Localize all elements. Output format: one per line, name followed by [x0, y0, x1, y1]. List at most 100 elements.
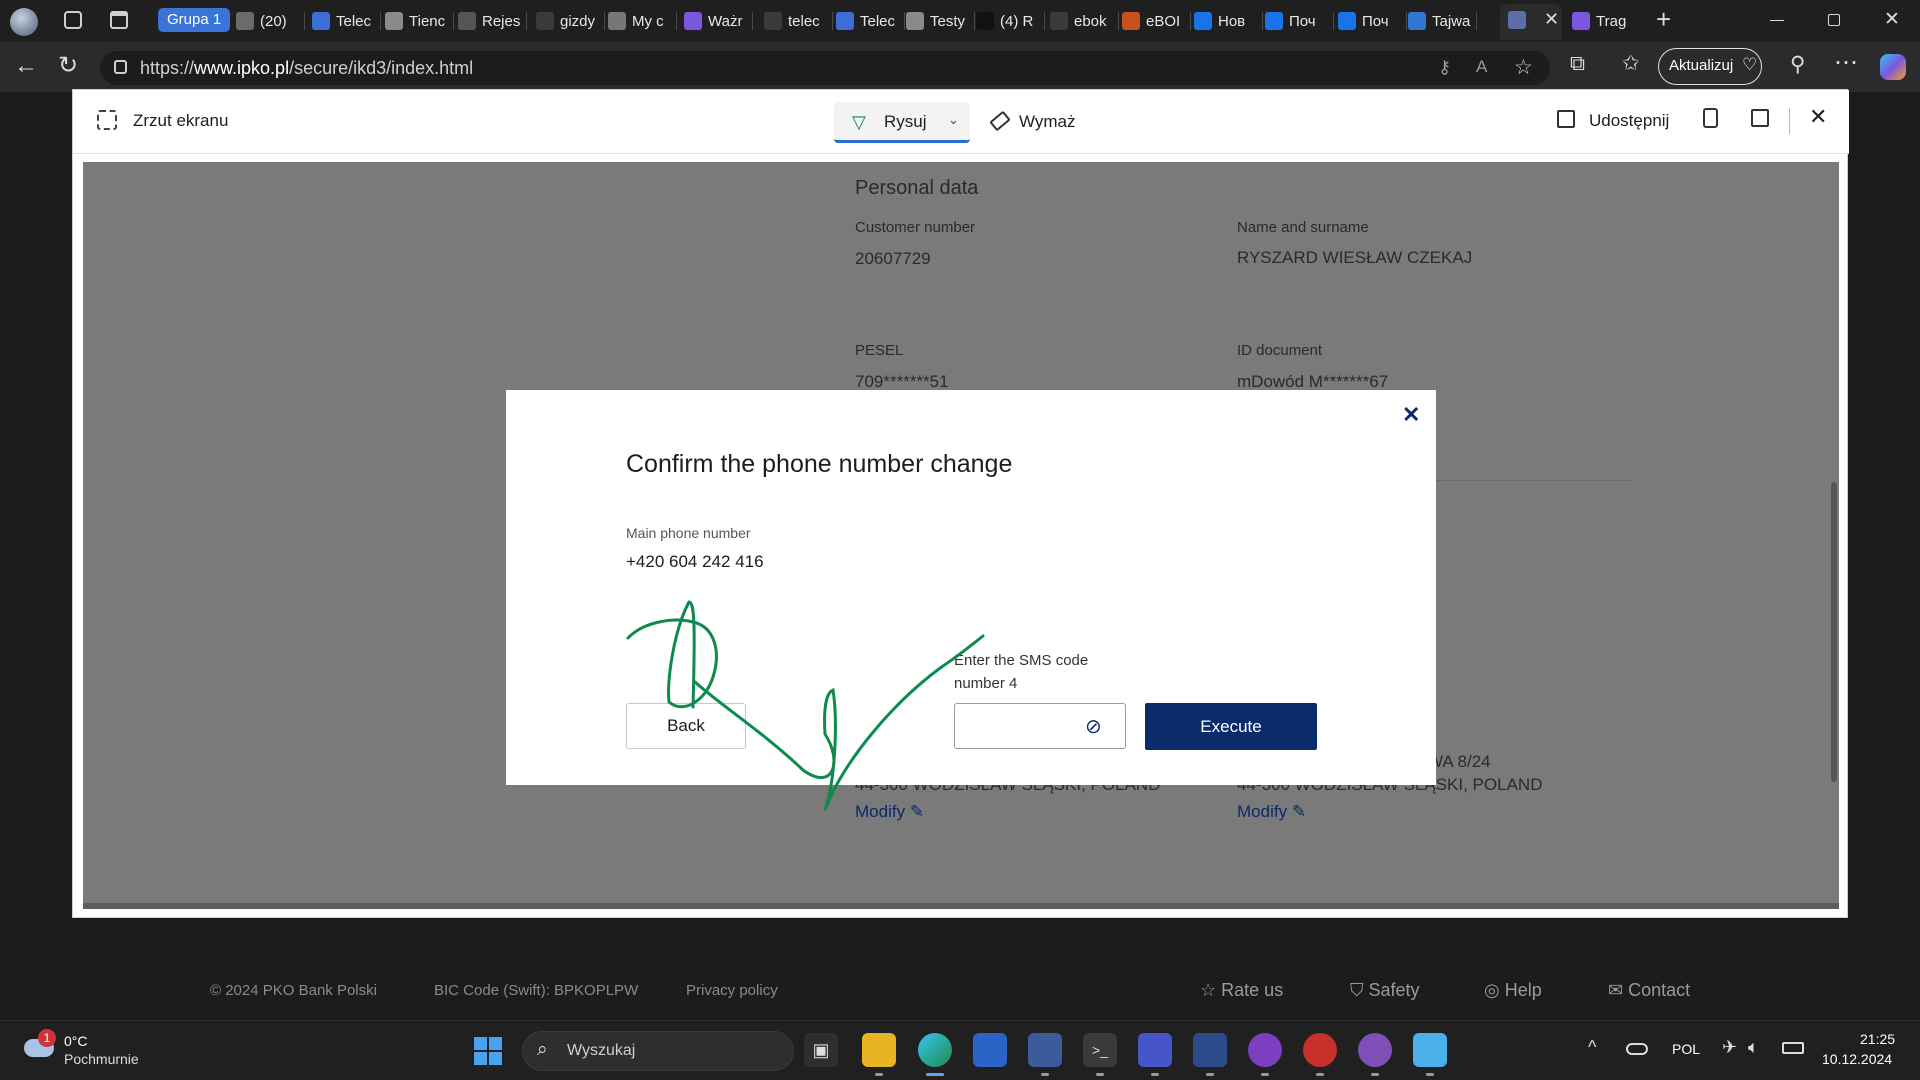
browser-tab[interactable]: Поч	[1265, 6, 1331, 36]
copilot-extension-icon[interactable]: ⚲	[1790, 52, 1805, 77]
tab-title: My c	[632, 12, 664, 30]
browser-tab[interactable]: Поч	[1338, 6, 1404, 36]
browser-tab[interactable]: (20)	[236, 6, 302, 36]
tab-separator	[526, 12, 527, 30]
tray-chevron-up-icon[interactable]: ^	[1588, 1037, 1596, 1058]
safety-link[interactable]: ⛉ Safety	[1350, 980, 1420, 1001]
rate-us-link[interactable]: ☆ Rate us	[1200, 980, 1283, 1001]
clock-time[interactable]: 21:25	[1860, 1031, 1895, 1047]
refresh-icon[interactable]: ↻	[58, 51, 78, 80]
copy-icon[interactable]	[1703, 108, 1718, 128]
task-view-icon[interactable]: ▣	[804, 1033, 838, 1067]
ink-annotation	[626, 600, 985, 811]
tor-browser-icon[interactable]	[1248, 1033, 1282, 1067]
tab-separator	[752, 12, 753, 30]
favorite-star-icon[interactable]: ☆	[1514, 55, 1533, 80]
taskbar-search[interactable]: ⌕ Wyszukaj	[522, 1031, 794, 1071]
notepad-icon[interactable]	[1413, 1033, 1447, 1067]
browser-tab[interactable]: (4) R	[976, 6, 1042, 36]
browser-tab[interactable]: Tienc	[385, 6, 451, 36]
copilot-icon[interactable]	[1880, 54, 1906, 80]
ink-stroke-letter	[626, 600, 718, 709]
browser-tab[interactable]: telec	[764, 6, 830, 36]
screenshot-editor: Zrzut ekranu ▽ Rysuj ⌄ Wymaż Udostępnij …	[72, 89, 1849, 918]
onedrive-icon[interactable]	[1626, 1043, 1648, 1055]
close-screenshot-icon[interactable]: ✕	[1809, 104, 1827, 130]
contact-link[interactable]: ✉ Contact	[1608, 980, 1690, 1001]
browser-tab[interactable]: My c	[608, 6, 674, 36]
vertical-tabs-icon[interactable]	[110, 11, 128, 29]
browser-tab[interactable]: Нов	[1194, 6, 1260, 36]
file-explorer-icon[interactable]	[862, 1033, 896, 1067]
url-domain: www.ipko.pl	[194, 58, 290, 78]
tab-favicon-icon	[906, 12, 924, 30]
tab-favicon-icon	[385, 12, 403, 30]
favorites-icon[interactable]: ✩	[1622, 51, 1640, 76]
atom-app-icon[interactable]	[1193, 1033, 1227, 1067]
clock-date[interactable]: 10.12.2024	[1822, 1051, 1892, 1067]
mail-icon: ✉	[1608, 980, 1624, 1000]
browser-tab[interactable]: Trag	[1572, 6, 1634, 36]
read-aloud-icon[interactable]: A	[1476, 57, 1487, 77]
chevron-down-icon[interactable]: ⌄	[948, 112, 959, 128]
running-indicator	[1206, 1073, 1214, 1076]
minimize-icon[interactable]	[1770, 20, 1784, 21]
browser-tab[interactable]: Ważr	[684, 6, 750, 36]
tab-separator	[1476, 12, 1477, 30]
tab-favicon-icon	[536, 12, 554, 30]
eraser-icon[interactable]	[989, 110, 1011, 132]
share-label[interactable]: Udostępnij	[1589, 111, 1669, 131]
address-bar[interactable]: https://www.ipko.pl/secure/ikd3/index.ht…	[100, 51, 1550, 85]
start-button[interactable]	[474, 1037, 502, 1065]
save-app-icon[interactable]	[1138, 1033, 1172, 1067]
new-tab-button[interactable]: +	[1656, 4, 1671, 35]
close-window-icon[interactable]: ✕	[1884, 8, 1900, 31]
browser-tab[interactable]: ebok	[1050, 6, 1116, 36]
store-icon[interactable]	[973, 1033, 1007, 1067]
edge-browser-icon[interactable]	[918, 1033, 952, 1067]
red-app-icon[interactable]	[1303, 1033, 1337, 1067]
language-indicator[interactable]: POL	[1672, 1041, 1700, 1057]
browser-tab[interactable]: eBOI	[1122, 6, 1188, 36]
browser-tab[interactable]: Telec	[312, 6, 378, 36]
terminal-icon[interactable]: >_	[1083, 1033, 1117, 1067]
footer-privacy-link[interactable]: Privacy policy	[686, 982, 778, 999]
browser-tab[interactable]: Testy	[906, 6, 972, 36]
help-link[interactable]: ◎ Help	[1484, 980, 1542, 1001]
tab-separator	[304, 12, 305, 30]
shield-icon: ⛉	[1350, 980, 1364, 1000]
tab-favicon-icon	[684, 12, 702, 30]
battery-icon[interactable]	[1782, 1042, 1804, 1054]
save-icon[interactable]	[1751, 109, 1769, 127]
url-text[interactable]: https://www.ipko.pl/secure/ikd3/index.ht…	[140, 58, 473, 79]
rate-us-label: Rate us	[1221, 980, 1284, 1000]
browser-tab[interactable]: Telec	[836, 6, 902, 36]
browser-tab[interactable]: Rejes	[458, 6, 524, 36]
back-arrow-icon[interactable]: ←	[14, 52, 38, 80]
airplane-icon[interactable]: ✈	[1722, 1037, 1737, 1058]
browser-tab[interactable]: Tajwa	[1408, 6, 1474, 36]
workspaces-icon[interactable]	[64, 11, 82, 29]
browser-tab[interactable]: gizdy	[536, 6, 602, 36]
tab-favicon-icon	[312, 12, 330, 30]
draw-tool-button[interactable]: ▽ Rysuj ⌄	[834, 102, 970, 143]
key-icon[interactable]: ⚷	[1438, 57, 1451, 78]
tab-title: eBOI	[1146, 12, 1181, 30]
erase-tool-label[interactable]: Wymaż	[1019, 112, 1076, 132]
tab-group-label[interactable]: Grupa 1	[158, 8, 231, 32]
volume-icon[interactable]: 🔈︎	[1748, 1037, 1759, 1058]
network-app-icon[interactable]	[1028, 1033, 1062, 1067]
tab-separator	[1190, 12, 1191, 30]
github-desktop-icon[interactable]	[1358, 1033, 1392, 1067]
tab-favicon-icon	[1122, 12, 1140, 30]
tab-title: Ważr	[708, 12, 743, 30]
profile-avatar[interactable]	[10, 8, 38, 36]
close-tab-icon[interactable]: ✕	[1544, 9, 1559, 30]
restore-icon[interactable]	[1828, 14, 1840, 26]
safety-label: Safety	[1368, 980, 1420, 1000]
share-icon[interactable]	[1557, 110, 1575, 128]
weather-widget[interactable]: 1 0°C Pochmurnie	[18, 1029, 168, 1073]
weather-desc: Pochmurnie	[64, 1051, 139, 1067]
extensions-icon[interactable]: ⧉	[1570, 52, 1585, 76]
more-menu-icon[interactable]: ⋯	[1834, 48, 1858, 77]
